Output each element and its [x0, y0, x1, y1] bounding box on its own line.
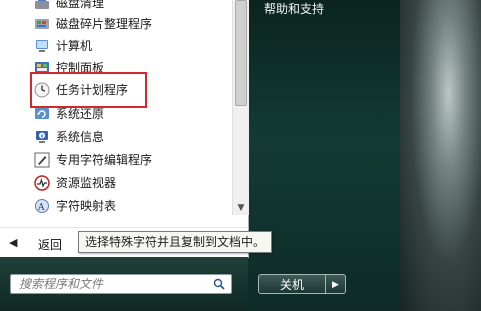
- scroll-down-arrow-icon[interactable]: ▼: [235, 203, 247, 213]
- back-arrow-icon: ◀: [9, 236, 18, 249]
- search-box[interactable]: [10, 274, 232, 294]
- menu-item-label: 磁盘清理: [56, 0, 105, 10]
- program-list-scrollbar[interactable]: ▼: [232, 0, 249, 215]
- disk-cleanup-icon: [34, 0, 50, 11]
- menu-item-disk-cleanup[interactable]: 磁盘清理: [34, 0, 104, 14]
- shutdown-options-arrow-icon[interactable]: ▶: [326, 274, 346, 294]
- char-map-icon: A: [34, 198, 50, 214]
- menu-item-defragmenter[interactable]: 磁盘碎片整理程序: [34, 13, 152, 35]
- scrollbar-thumb[interactable]: [235, 0, 247, 106]
- annotation-highlight-box: [30, 72, 147, 108]
- svg-text:A: A: [37, 203, 45, 213]
- menu-item-label: 系统信息: [56, 130, 105, 144]
- menu-item-label: 资源监视器: [56, 176, 117, 190]
- menu-item-system-info[interactable]: 系统信息: [34, 126, 104, 148]
- menu-item-label: 字符映射表: [56, 199, 117, 213]
- back-button[interactable]: 返回: [38, 236, 62, 253]
- menu-item-computer[interactable]: 计算机: [34, 35, 92, 57]
- system-info-icon: [34, 129, 50, 145]
- menu-item-private-char-editor[interactable]: 专用字符编辑程序: [34, 149, 152, 171]
- shutdown-button[interactable]: 关机: [258, 274, 326, 294]
- programs-panel: 磁盘清理 磁盘碎片整理程序 计算机 控制面板 任务计划程序 系统还原 系统信息 …: [0, 0, 249, 227]
- help-and-support-link[interactable]: 帮助和支持: [264, 0, 324, 17]
- desktop-background: [400, 0, 481, 311]
- menu-item-resource-monitor[interactable]: 资源监视器: [34, 172, 116, 194]
- char-editor-icon: [34, 152, 50, 168]
- search-input[interactable]: [19, 277, 204, 291]
- defragmenter-icon: [34, 16, 50, 32]
- system-restore-icon: [34, 106, 50, 122]
- menu-item-character-map[interactable]: A 字符映射表: [34, 195, 116, 217]
- tooltip: 选择特殊字符并且复制到文档中。: [78, 231, 273, 253]
- menu-item-label: 计算机: [56, 39, 93, 53]
- search-icon[interactable]: [213, 278, 225, 290]
- menu-item-label: 磁盘碎片整理程序: [56, 17, 153, 31]
- resource-monitor-icon: [34, 175, 50, 191]
- computer-icon: [34, 38, 50, 54]
- menu-item-label: 专用字符编辑程序: [56, 153, 153, 167]
